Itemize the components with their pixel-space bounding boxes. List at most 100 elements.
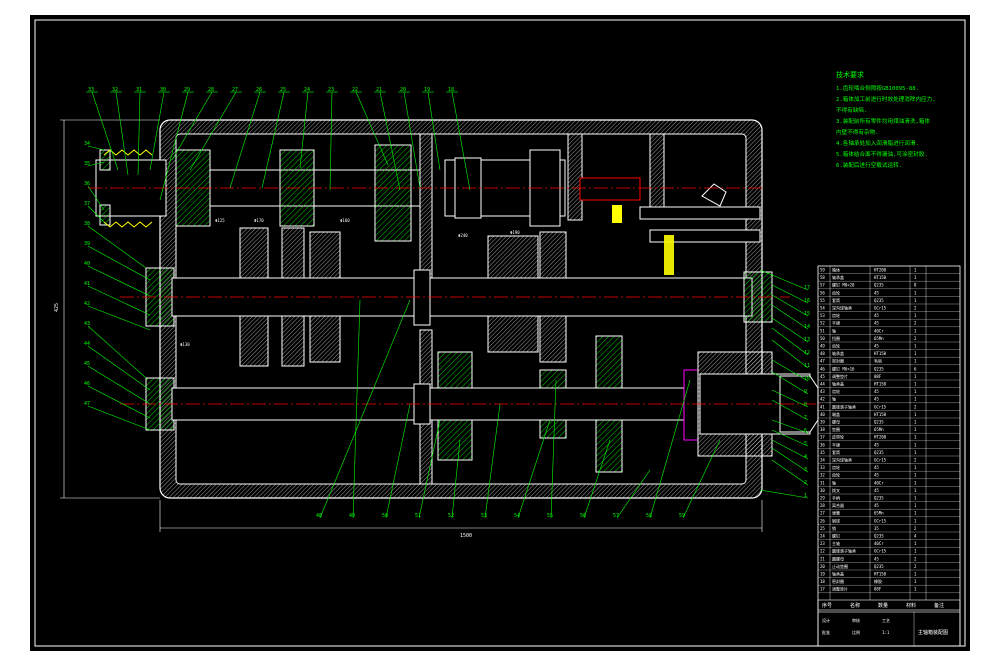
bom-cell: 圆锥滚子轴承 (832, 403, 856, 409)
leader-line (87, 265, 151, 297)
bom-cell: 28 (820, 503, 825, 508)
bom-cell: 46 (820, 366, 825, 371)
leader-line (87, 245, 151, 281)
bom-cell: 销 (832, 525, 836, 531)
bom-cell: 45 (874, 503, 879, 508)
callout-number: 1 (804, 493, 807, 499)
bom-cell: 1 (914, 374, 917, 379)
technical-note: 5.箱体结合面不得漏油,可涂密封胶. (836, 150, 928, 158)
bom-cell: 深沟球轴承 (832, 305, 852, 311)
bom-cell: 螺钉 (832, 533, 840, 539)
bom-cell: 螺母 (832, 419, 840, 425)
bom-cell: 1 (914, 382, 917, 387)
bom-cell: 65Mn (874, 336, 884, 341)
bom-cell: 调整垫片 (832, 373, 848, 379)
callout-number: 30 (160, 87, 166, 93)
bom-cell: 1 (914, 541, 917, 546)
bom-cell: 钢球 (832, 517, 840, 523)
bom-cell: 1 (914, 435, 917, 440)
callout-number: 15 (804, 311, 810, 317)
bom-cell: 45 (874, 389, 879, 394)
bom-cell: 2 (914, 458, 917, 463)
bom-cell: 2 (914, 306, 917, 311)
bom-cell: 螺钉 M6×16 (832, 365, 855, 371)
bom-cell: 24 (820, 534, 825, 539)
bom-header-cell: 备注 (934, 602, 944, 609)
bom-cell: Q235 (874, 366, 884, 371)
leader-line (87, 405, 151, 431)
bom-cell: 08F (874, 374, 882, 379)
bom-header-cell: 名称 (850, 602, 860, 609)
bom-cell: 45 (874, 290, 879, 295)
callout-number: 18 (448, 87, 454, 93)
bom-cell: 密封圈 (832, 578, 844, 584)
leader-line (771, 339, 809, 369)
bom-cell: Q235 (874, 298, 884, 303)
bom-cell: 齿轮 (832, 343, 840, 349)
bom-cell: 齿轮 (832, 312, 840, 318)
bom-cell: 离合器 (832, 502, 844, 508)
callout-number: 42 (84, 301, 90, 307)
bom-cell: 主轴 (832, 540, 840, 546)
bom-cell: 58 (820, 275, 825, 280)
technical-note: 2.箱体加工前进行时效处理消除内应力, (836, 95, 936, 103)
title-block-name: 主轴箱装配图 (918, 629, 948, 636)
bom-cell: HT150 (874, 382, 887, 387)
callout-number: 6 (804, 428, 807, 434)
bom-cell: 调整垫片 (832, 586, 848, 592)
callout-number: 28 (208, 87, 214, 93)
callout-number: 55 (547, 513, 553, 519)
bom-cell: 45 (874, 488, 879, 493)
bom-cell: 1 (914, 579, 917, 584)
bom-cell: 45 (874, 465, 879, 470)
bom-cell: 36 (820, 442, 825, 447)
leader-line (87, 285, 151, 316)
bom-cell: 56 (820, 290, 825, 295)
bom-cell: 1 (914, 473, 917, 478)
bom-cell: 40 (820, 412, 825, 417)
bom-cell: 轴承盖 (832, 350, 844, 356)
callout-number: 24 (304, 87, 310, 93)
bom-cell: 拨叉 (832, 487, 840, 493)
bom-cell: 45 (820, 374, 825, 379)
bom-header-cell: 材料 (906, 602, 916, 609)
bom-cell: 1 (914, 397, 917, 402)
bom-cell: GCr15 (874, 549, 887, 554)
leader-line (87, 365, 151, 405)
callout-number: 25 (280, 87, 286, 93)
bom-cell: 毛毡 (874, 358, 882, 364)
bom-cell: 圆锥滚子轴承 (832, 548, 856, 554)
bom-cell: 32 (820, 473, 825, 478)
title-block-field: 批准 (822, 629, 830, 635)
bom-cell: 1 (914, 518, 917, 523)
callout-number: 7 (804, 415, 807, 421)
gear-diameter-label: Φ240 (458, 233, 468, 238)
bom-cell: 1 (914, 389, 917, 394)
callout-number: 12 (804, 350, 810, 356)
bom-cell: GCr15 (874, 458, 887, 463)
bom-cell: 1 (914, 511, 917, 516)
leader-line (771, 459, 809, 486)
bom-cell: 40Cr (874, 541, 884, 546)
callout-number: 26 (256, 87, 262, 93)
bom-cell: 箱体 (832, 267, 840, 273)
technical-note: 不得有缺陷. (836, 106, 867, 114)
bom-cell: 1 (914, 351, 917, 356)
bom-cell: Q235 (874, 283, 884, 288)
bom-cell: 齿轮 (832, 464, 840, 470)
bom-cell: 52 (820, 321, 825, 326)
bom-cell: 45 (874, 344, 879, 349)
technical-note: 1.齿轮啮合侧隙按GB10095-88. (836, 84, 919, 92)
bom-cell: 44 (820, 382, 825, 387)
callout-number: 44 (84, 341, 90, 347)
bom-cell: 止动垫圈 (832, 563, 848, 569)
technical-note: 6.装配后进行空载试运转. (836, 161, 902, 169)
bom-cell: 22 (820, 549, 825, 554)
bom-cell: 21 (820, 556, 825, 561)
bom-header-cell: 序号 (822, 602, 832, 609)
bom-cell: GCr15 (874, 404, 887, 409)
callout-number: 34 (84, 141, 90, 147)
callout-number: 8 (804, 402, 807, 408)
leader-line (771, 327, 809, 356)
bom-cell: 2 (914, 526, 917, 531)
